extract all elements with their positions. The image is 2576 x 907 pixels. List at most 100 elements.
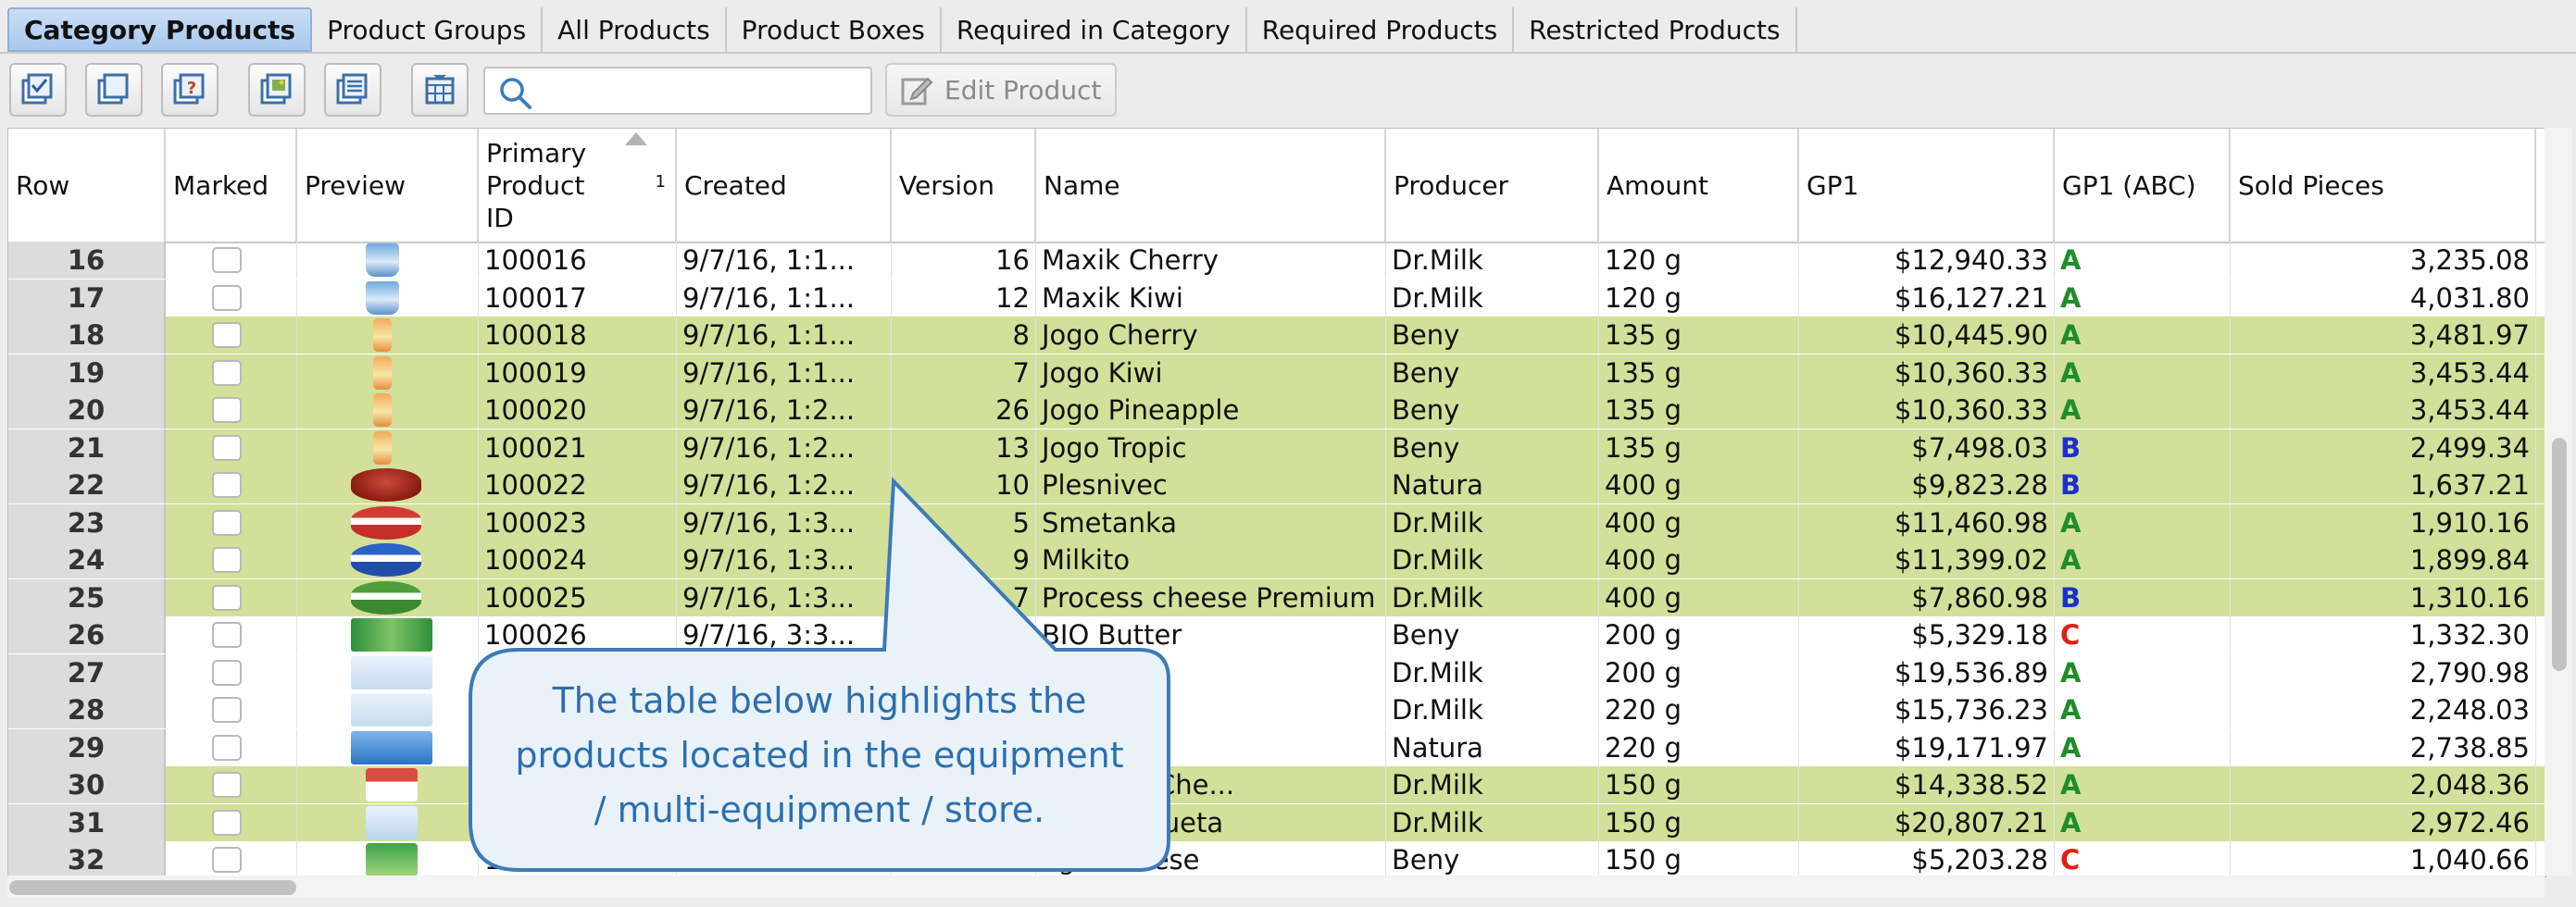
product-thumbnail — [351, 580, 421, 615]
cell-sold-pieces: 2,738.85 — [2231, 728, 2536, 766]
table-row[interactable]: 24 100024 9/7/16, 1:3... 9 Milkito Dr.Milk 400… — [8, 541, 2545, 578]
product-thumbnail — [351, 730, 432, 764]
table-row[interactable]: 25 100025 9/7/16, 1:3... 7 Process cheese Pr… — [8, 578, 2545, 616]
col-header-producer[interactable]: Producer — [1386, 129, 1599, 242]
marked-checkbox[interactable] — [212, 659, 242, 686]
marked-checkbox[interactable] — [212, 359, 242, 386]
marked-checkbox[interactable] — [212, 472, 242, 498]
cell-amount: 150 g — [1599, 803, 1799, 841]
col-header-version[interactable]: Version — [892, 129, 1036, 242]
vertical-scrollbar[interactable] — [2545, 128, 2572, 876]
cell-created: 9/7/16, 1:3... — [677, 503, 892, 541]
unmark-all-button[interactable] — [85, 63, 143, 117]
marked-checkbox[interactable] — [212, 772, 242, 798]
marked-checkbox[interactable] — [212, 247, 242, 273]
table-row[interactable]: 26 100026 9/7/16, 3:3... BIO Butter Beny 200 … — [8, 616, 2545, 653]
cell-row-number: 16 — [8, 242, 166, 279]
horizontal-scrollbar[interactable] — [7, 876, 2545, 898]
cell-row-number: 28 — [8, 691, 166, 728]
cell-preview — [297, 242, 479, 279]
cell-preview — [297, 541, 479, 578]
help-button[interactable]: ? — [161, 63, 219, 117]
cell-amount: 135 g — [1599, 429, 1799, 466]
table-row[interactable]: 21 100021 9/7/16, 1:2... 13 Jogo Tropic Beny 1… — [8, 429, 2545, 466]
cell-gp1: $15,736.23 — [1799, 691, 2055, 728]
table-row[interactable]: 29 l Butter Natura 220 g $19,171.97 A 2,738.85 — [8, 728, 2545, 766]
cell-created: 9/7/16, 1:1... — [677, 279, 892, 317]
marked-checkbox[interactable] — [212, 397, 242, 423]
col-header-name[interactable]: Name — [1036, 129, 1386, 242]
cell-primary-product-id: 100026 — [479, 616, 677, 653]
cell-created: 9/7/16, 1:1... — [677, 354, 892, 391]
search-input[interactable] — [544, 74, 863, 109]
tab-restricted-products[interactable]: Restricted Products — [1514, 7, 1797, 52]
tab-bar: Category Products Product Groups All Pro… — [7, 7, 1797, 52]
table-settings-button[interactable] — [411, 63, 469, 117]
table-row[interactable]: 22 100022 9/7/16, 1:2... 10 Plesnivec Natura 4… — [8, 466, 2545, 503]
edit-product-label: Edit Product — [944, 74, 1102, 106]
marked-checkbox[interactable] — [212, 584, 242, 611]
cell-gp1: $7,860.98 — [1799, 578, 2055, 616]
cell-version: 12 — [892, 279, 1036, 317]
tab-required-in-category[interactable]: Required in Category — [941, 7, 1247, 52]
marked-checkbox[interactable] — [212, 434, 242, 461]
marked-checkbox[interactable] — [212, 622, 242, 648]
tab-product-boxes[interactable]: Product Boxes — [726, 7, 942, 52]
cell-name: Smetanka — [1036, 503, 1386, 541]
col-header-marked[interactable]: Marked — [166, 129, 297, 242]
marked-checkbox[interactable] — [212, 322, 242, 348]
tab-category-products[interactable]: Category Products — [7, 7, 313, 52]
table-row[interactable]: 17 100017 9/7/16, 1:1... 12 Maxik Kiwi Dr.Mil… — [8, 279, 2545, 317]
marked-checkbox[interactable] — [212, 284, 242, 311]
col-header-amount[interactable]: Amount — [1599, 129, 1799, 242]
table-row[interactable]: 23 100023 9/7/16, 1:3... 5 Smetanka Dr.Milk 40… — [8, 503, 2545, 541]
marked-checkbox[interactable] — [212, 847, 242, 873]
cell-sold-pieces: 2,972.46 — [2231, 803, 2536, 841]
table-row[interactable]: 28 Baking Dr.Milk 220 g $15,736.23 A 2,248.03 — [8, 691, 2545, 728]
cell-sold-pieces: 1,332.30 — [2231, 616, 2536, 653]
table-row[interactable]: 20 100020 9/7/16, 1:2... 26 Jogo Pineapple Be… — [8, 391, 2545, 429]
cell-row-number: 18 — [8, 317, 166, 354]
search-field[interactable] — [483, 67, 872, 115]
table-row[interactable]: 30 Cottage Che... Dr.Milk 150 g $14,338.52 A 2… — [8, 766, 2545, 803]
product-thumbnail — [351, 655, 432, 690]
marked-checkbox[interactable] — [212, 697, 242, 723]
table-row[interactable]: 32 1 age Cheese Beny 150 g $5,203.28 C 1,040.66 — [8, 841, 2545, 876]
table-row[interactable]: 19 100019 9/7/16, 1:1... 7 Jogo Kiwi Beny 135 … — [8, 354, 2545, 391]
table-row[interactable]: 31 heese Silueta Dr.Milk 150 g $20,807.21 A 2,… — [8, 803, 2545, 841]
marked-checkbox[interactable] — [212, 509, 242, 536]
table-row[interactable]: 27 er Dr.Milk 200 g $19,536.89 A 2,790.98 — [8, 653, 2545, 691]
cell-row-number: 25 — [8, 578, 166, 616]
col-header-row[interactable]: Row — [8, 129, 166, 242]
edit-product-button[interactable]: Edit Product — [885, 63, 1117, 117]
col-header-created[interactable]: Created — [677, 129, 892, 242]
col-header-primary-product-id[interactable]: Primary Product ID 1 — [479, 129, 677, 242]
cell-amount: 200 g — [1599, 616, 1799, 653]
col-header-preview[interactable]: Preview — [297, 129, 479, 242]
product-thumbnail — [366, 843, 418, 876]
marked-checkbox[interactable] — [212, 734, 242, 761]
horizontal-scroll-thumb[interactable] — [9, 880, 296, 895]
marked-checkbox[interactable] — [212, 809, 242, 836]
cell-gp1-abc: B — [2055, 429, 2231, 466]
list-view-button[interactable] — [324, 63, 381, 117]
cell-row-number: 20 — [8, 391, 166, 429]
preview-images-button[interactable] — [248, 63, 306, 117]
cell-gp1: $11,399.02 — [1799, 541, 2055, 578]
col-header-sold-pieces[interactable]: Sold Pieces — [2231, 129, 2536, 242]
product-thumbnail — [366, 280, 399, 315]
tab-product-groups[interactable]: Product Groups — [312, 7, 544, 52]
mark-all-button[interactable] — [9, 63, 67, 117]
tab-required-products[interactable]: Required Products — [1246, 7, 1515, 52]
col-header-gp1[interactable]: GP1 — [1799, 129, 2055, 242]
cell-row-number: 24 — [8, 541, 166, 578]
table-row[interactable]: 16 100016 9/7/16, 1:1... 16 Maxik Cherry Dr.M… — [8, 242, 2545, 279]
abc-grade: A — [2060, 244, 2082, 276]
marked-checkbox[interactable] — [212, 547, 242, 573]
vertical-scroll-thumb[interactable] — [2552, 438, 2567, 671]
table-row[interactable]: 18 100018 9/7/16, 1:1... 8 Jogo Cherry Beny 13… — [8, 317, 2545, 354]
tab-all-products[interactable]: All Products — [543, 7, 727, 52]
cell-sold-pieces: 3,235.08 — [2231, 242, 2536, 279]
cell-amount: 400 g — [1599, 466, 1799, 503]
col-header-gp1-abc[interactable]: GP1 (ABC) — [2055, 129, 2231, 242]
